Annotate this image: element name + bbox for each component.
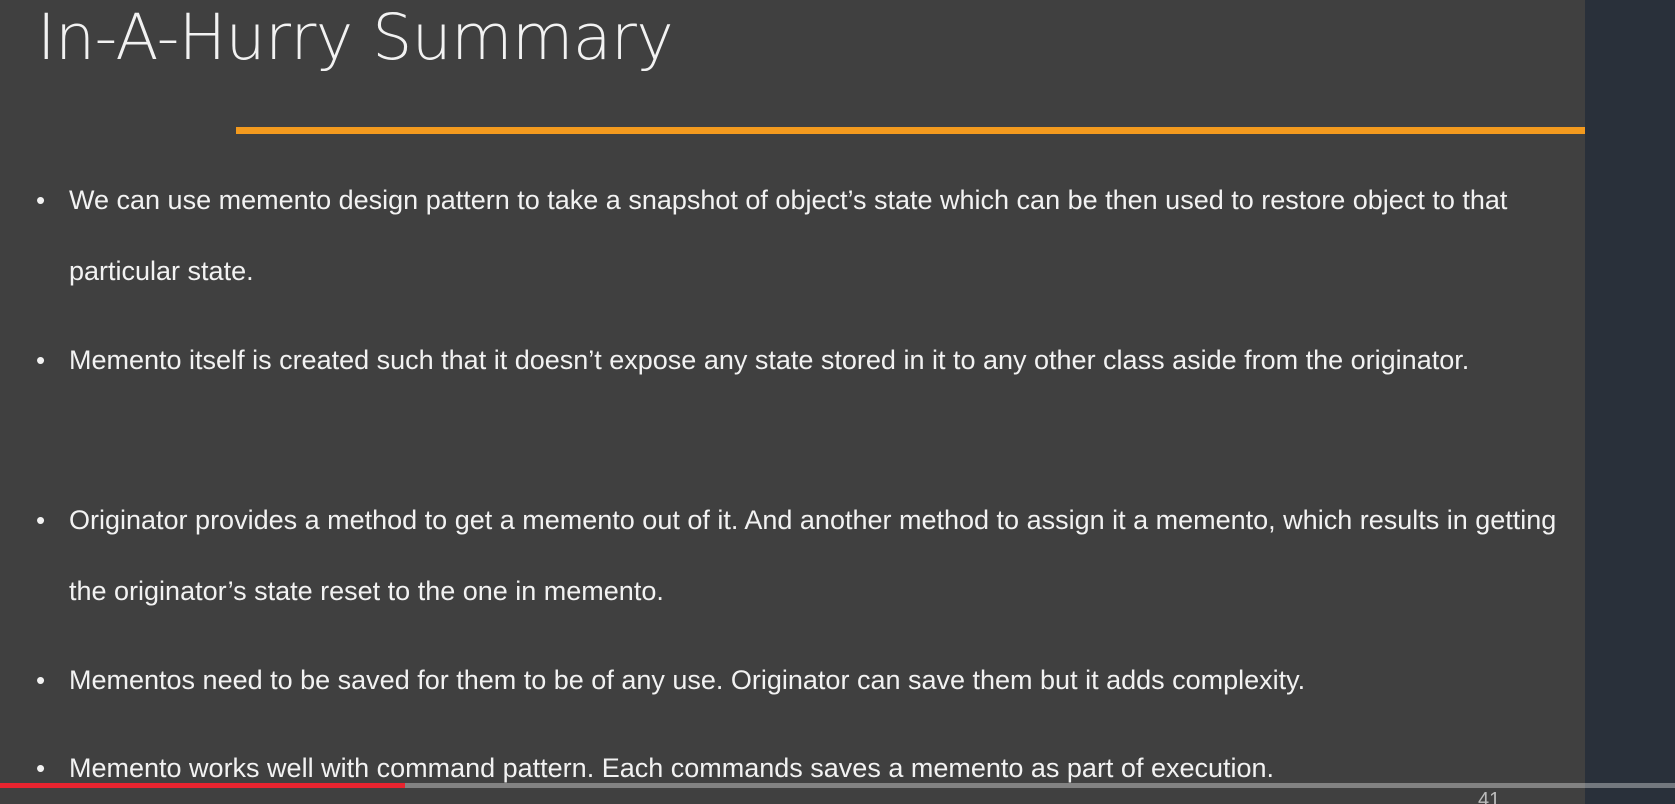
bullet-dot-icon: • <box>36 665 46 695</box>
video-player[interactable]: In-A-Hurry Summary • We can use memento … <box>0 0 1675 804</box>
video-progress-bar[interactable] <box>0 783 1675 788</box>
bullet-list: • We can use memento design pattern to t… <box>0 0 1585 804</box>
bullet-text: Memento works well with command pattern.… <box>69 753 1275 783</box>
slide-page-number: 41 <box>1478 789 1501 804</box>
bullet-dot-icon: • <box>36 345 46 375</box>
presentation-slide: In-A-Hurry Summary • We can use memento … <box>0 0 1585 804</box>
bullet-text: Originator provides a method to get a me… <box>69 505 1557 606</box>
side-panel <box>1585 0 1675 804</box>
bullet-dot-icon: • <box>36 505 46 535</box>
bullet-dot-icon: • <box>36 185 46 215</box>
bullet-text: Mementos need to be saved for them to be… <box>69 665 1306 695</box>
bullet-text: Memento itself is created such that it d… <box>69 345 1470 375</box>
video-progress-played <box>0 783 406 788</box>
bullet-text: We can use memento design pattern to tak… <box>69 185 1508 286</box>
bullet-dot-icon: • <box>36 753 46 783</box>
